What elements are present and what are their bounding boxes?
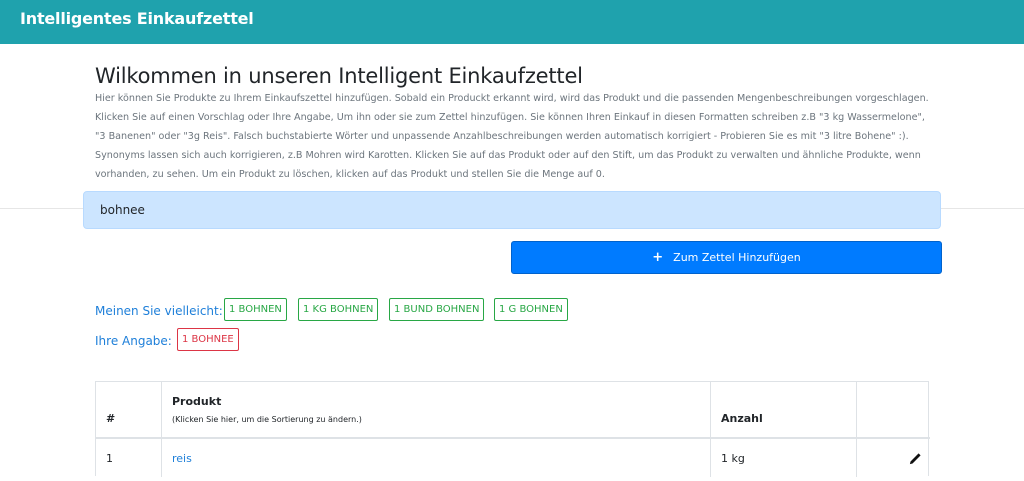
page-title: Wilkommen in unseren Intelligent Einkauf… [95, 64, 583, 88]
amount-header: Anzahl [721, 412, 763, 425]
index-header: # [106, 412, 116, 425]
pencil-icon[interactable] [908, 452, 922, 466]
suggestion-chip[interactable]: 1 KG BOHNEN [298, 298, 379, 321]
suggestion-chip[interactable]: 1 G BOHNEN [494, 298, 568, 321]
add-to-list-button[interactable]: + Zum Zettel Hinzufügen [511, 241, 942, 274]
row-amount: 1 kg [721, 452, 745, 465]
product-header[interactable]: Produkt [172, 395, 221, 408]
plus-icon: + [652, 250, 664, 265]
top-navbar: Intelligentes Einkaufzettel [0, 0, 1024, 44]
column-divider [856, 382, 857, 477]
row-product-link[interactable]: reis [172, 452, 192, 465]
suggestion-chip[interactable]: 1 BUND BOHNEN [389, 298, 485, 321]
header-divider [96, 437, 930, 439]
suggestion-chip[interactable]: 1 BOHNEN [224, 298, 287, 321]
user-input-chip[interactable]: 1 BOHNEE [177, 328, 239, 351]
shopping-list-table: # Produkt (Klicken Sie hier, um die Sort… [95, 381, 930, 477]
column-divider [161, 382, 162, 477]
product-header-hint[interactable]: (Klicken Sie hier, um die Sortierung zu … [172, 415, 362, 424]
app-brand[interactable]: Intelligentes Einkaufzettel [20, 9, 254, 28]
intro-text: Hier können Sie Produkte zu Ihrem Einkau… [95, 93, 929, 180]
user-input-label: Ihre Angabe: [95, 334, 172, 348]
column-divider [710, 382, 711, 477]
product-search-input[interactable] [83, 191, 941, 229]
suggestions-label: Meinen Sie vielleicht: [95, 304, 223, 318]
add-button-label: Zum Zettel Hinzufügen [673, 251, 801, 264]
row-index: 1 [106, 452, 113, 465]
